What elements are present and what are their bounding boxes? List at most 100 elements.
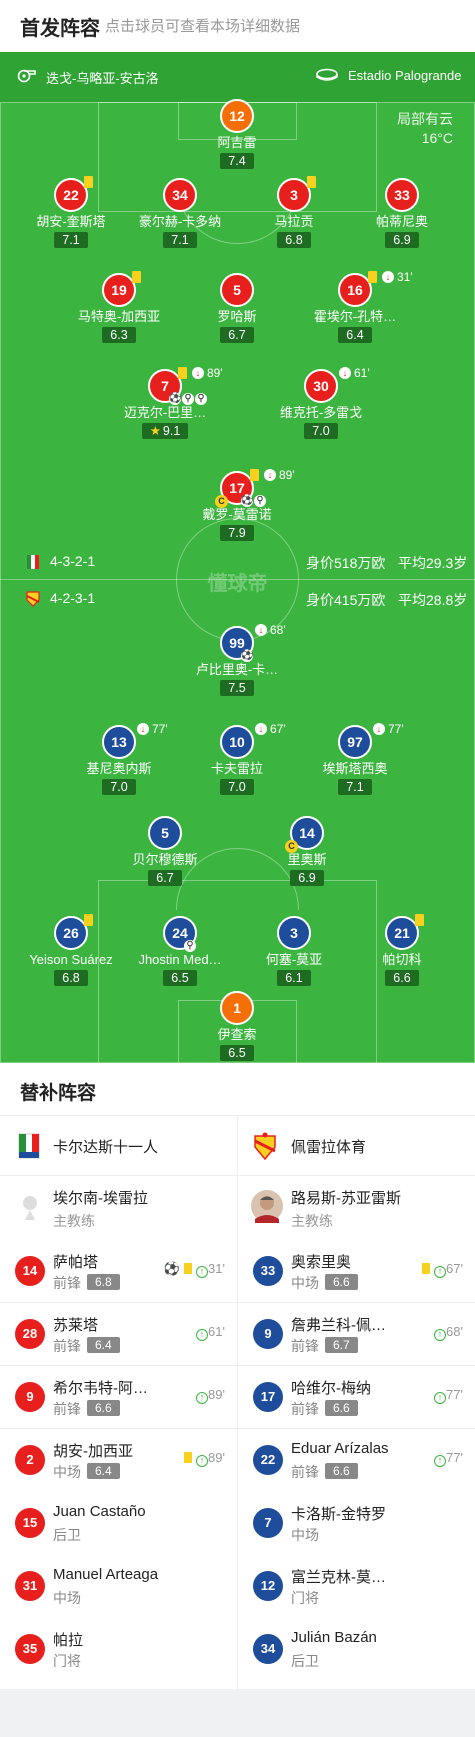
jersey-number: 5 — [148, 816, 182, 850]
sub-in-icon: ↑ — [434, 1392, 447, 1404]
player[interactable]: 30 维克托-多雷戈 7.0 ↓ 61' — [236, 366, 406, 440]
jersey-number: 26 — [54, 916, 88, 950]
sub-player-row[interactable]: 9 詹弗兰科-佩… 前锋 6.7 ↑ 68' — [238, 1302, 475, 1365]
coach-name: 埃尔南-埃雷拉 — [53, 1190, 148, 1207]
star-icon: ★ — [149, 424, 161, 438]
player[interactable]: 7 迈克尔-巴里… ★ 9.1 ↓ 89' ⚽ ⚲ ⚲ — [80, 366, 250, 440]
sub-player-row[interactable]: 33 奥索里奥 中场 6.6 ↑ 67' — [238, 1239, 475, 1302]
player-rating: 6.4 — [87, 1337, 120, 1353]
rating-value: 6.5 — [228, 1046, 246, 1060]
player[interactable]: 99 卢比里奥-卡… 7.5 ↓ 68' ⚽ — [152, 623, 322, 697]
sub-player-row[interactable]: 28 苏莱塔 前锋 6.4 ↑ 61' — [0, 1302, 237, 1365]
sub-player-row[interactable]: 22 Eduar Arízalas 前锋 6.6 ↑ 77' — [238, 1428, 475, 1491]
sub-out-icon: ↓ — [192, 367, 204, 379]
player[interactable]: 21 帕切科 6.6 — [317, 914, 475, 987]
whistle-icon — [17, 69, 36, 83]
home-team-crest-icon — [18, 1133, 40, 1159]
substitutes-section: 替补阵容 卡尔达斯十一人 佩雷拉体育 埃尔南-埃雷拉 主教练 路易斯-苏亚雷斯 … — [0, 1063, 475, 1689]
player-position: 中场 — [53, 1464, 81, 1480]
player[interactable]: 17 戴罗-莫雷诺 7.9 ↓ 89' C ⚽ ⚲ — [152, 468, 322, 542]
player-name: 卡洛斯-金特罗 — [291, 1506, 386, 1523]
rating-value: 6.5 — [171, 971, 189, 985]
away-coach[interactable]: 路易斯-苏亚雷斯 主教练 — [238, 1175, 475, 1239]
away-team-header[interactable]: 佩雷拉体育 — [238, 1115, 475, 1175]
sub-player-row[interactable]: 35 帕拉 门将 — [0, 1617, 237, 1680]
player[interactable]: 1 伊查索 6.5 — [152, 991, 322, 1062]
player-position: 后卫 — [291, 1653, 319, 1669]
yellow-card-icon — [132, 271, 141, 283]
away-team-crest-icon — [254, 1132, 276, 1160]
player-name: 富兰克林-莫… — [291, 1569, 386, 1586]
sub-player-row[interactable]: 2 胡安-加西亚 中场 6.4 ↑ 89' — [0, 1428, 237, 1491]
jersey-number: 31 — [15, 1571, 45, 1601]
player-rating: 6.4 — [87, 1463, 120, 1479]
sub-player-row[interactable]: 31 Manuel Arteaga 中场 — [0, 1554, 237, 1617]
jersey-number: 3 — [277, 916, 311, 950]
home-formation-row: 4-3-2-1 身价518万欧 平均29.3岁 — [0, 551, 475, 573]
divider — [238, 1365, 475, 1366]
coach-name: 路易斯-苏亚雷斯 — [291, 1190, 401, 1207]
player-name: 霍埃尔-孔特… — [313, 309, 397, 324]
player[interactable]: 12 阿吉雷 7.4 — [152, 99, 322, 170]
player-name: 帕蒂尼奥 — [375, 214, 428, 229]
jersey-number: 21 — [385, 916, 419, 950]
goal-icon: ⚽ — [241, 495, 254, 507]
sub-player-row[interactable]: 12 富兰克林-莫… 门将 — [238, 1554, 475, 1617]
home-coach[interactable]: 埃尔南-埃雷拉 主教练 — [0, 1175, 237, 1239]
player-rating: 7.1 — [163, 232, 197, 248]
player-rating: 6.6 — [87, 1400, 120, 1416]
player-rating: 6.3 — [102, 327, 136, 343]
sub-in-icon: ↑ — [434, 1455, 447, 1467]
sub-player-row[interactable]: 9 希尔韦特-阿… 前锋 6.6 ↑ 89' — [0, 1365, 237, 1428]
player-name: Julián Bazán — [291, 1629, 377, 1646]
sub-minute: 61' — [354, 366, 370, 380]
jersey-number: 35 — [15, 1634, 45, 1664]
player-rating: 7.1 — [54, 232, 88, 248]
captain-icon: C — [215, 495, 228, 508]
jersey-number: 14 — [15, 1256, 45, 1286]
jersey-number: 15 — [15, 1508, 45, 1538]
player[interactable]: 16 霍埃尔-孔特… 6.4 ↓ 31' — [270, 270, 440, 344]
jersey-number: 5 — [220, 273, 254, 307]
rating-value: 7.9 — [228, 526, 246, 540]
sub-events: ↑ 89' — [196, 1387, 225, 1404]
rating-value: 7.0 — [110, 780, 128, 794]
weather-condition: 局部有云 — [397, 111, 453, 127]
sub-player-row[interactable]: 15 Juan Castaño 后卫 — [0, 1491, 237, 1554]
home-squad-value: 身价518万欧 — [306, 555, 386, 571]
sub-player-row[interactable]: 17 哈维尔-梅纳 前锋 6.6 ↑ 77' — [238, 1365, 475, 1428]
player-rating: 6.8 — [277, 232, 311, 248]
assist-icon: ⚲ — [184, 940, 196, 952]
player-rating: 6.9 — [290, 870, 324, 886]
page: 首发阵容 点击球员可查看本场详细数据 迭戈-乌略亚-安古洛 Estadio Pa… — [0, 0, 475, 1737]
player[interactable]: 97 埃斯塔西奥 7.1 ↓ 77' — [270, 722, 440, 796]
player-rating: 6.6 — [325, 1400, 358, 1416]
sub-out-icon: ↓ — [255, 723, 267, 735]
player-rating: 6.5 — [220, 1045, 254, 1061]
jersey-number: 1 — [220, 991, 254, 1025]
jersey-number: 17 — [253, 1382, 283, 1412]
player-name: 萨帕塔 — [53, 1254, 99, 1271]
goal-icon: ⚽ — [169, 393, 182, 405]
home-team-header[interactable]: 卡尔达斯十一人 — [0, 1115, 237, 1175]
coach-role: 主教练 — [291, 1213, 333, 1229]
yellow-card-icon — [184, 1452, 193, 1463]
sub-player-row[interactable]: 7 卡洛斯-金特罗 中场 — [238, 1491, 475, 1554]
assist-icon: ⚲ — [195, 393, 207, 405]
coach-avatar — [251, 1190, 283, 1223]
yellow-card-icon — [422, 1263, 431, 1274]
player-rating: 6.8 — [54, 970, 88, 986]
rating-value: 7.5 — [228, 681, 246, 695]
sub-in-icon: ↑ — [434, 1266, 447, 1278]
player-rating: 7.1 — [338, 779, 372, 795]
rating-value: 6.6 — [393, 971, 411, 985]
sub-player-row[interactable]: 34 Julián Bazán 后卫 — [238, 1617, 475, 1680]
jersey-number: 28 — [15, 1319, 45, 1349]
player[interactable]: 33 帕蒂尼奥 6.9 — [317, 178, 475, 249]
player-rating: 7.0 — [102, 779, 136, 795]
sub-minute: 77' — [388, 722, 404, 736]
player[interactable]: 14 里奥斯 6.9 C — [222, 816, 392, 887]
sub-player-row[interactable]: 14 萨帕塔 前锋 6.8 ⚽ ↑ 31' — [0, 1239, 237, 1302]
sub-minute: 77' — [446, 1387, 463, 1402]
rating-value: 7.1 — [346, 780, 364, 794]
